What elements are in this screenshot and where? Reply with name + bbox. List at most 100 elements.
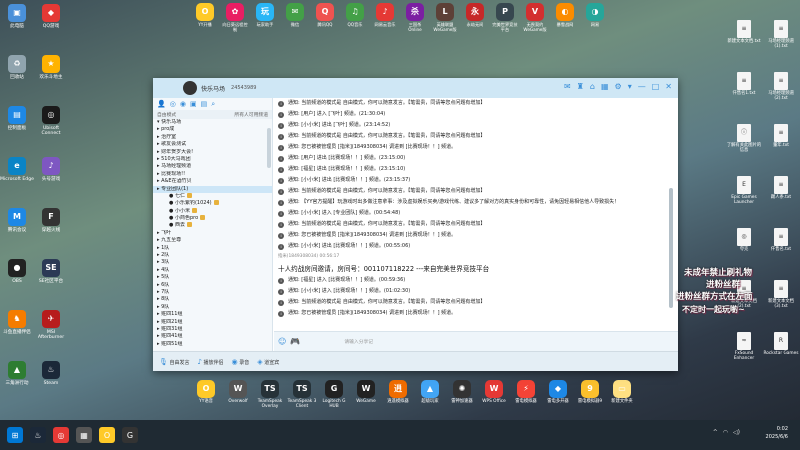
- grid-icon[interactable]: ▦: [601, 82, 609, 91]
- desktop-file[interactable]: E Epic Games Launcher: [726, 176, 762, 205]
- window-titlebar[interactable]: 快乐马场 24543989 ✉ ♜ ⌂ ▦ ⚙ ▾ — □ ✕: [153, 78, 678, 98]
- desktop-shortcut[interactable]: 杀三国杀Online: [402, 0, 428, 38]
- home-icon[interactable]: ⌂: [590, 82, 595, 91]
- channel-item[interactable]: ▸ 赃四41组: [153, 333, 272, 340]
- desktop-shortcut[interactable]: O YY语音: [191, 380, 221, 410]
- desktop-shortcut[interactable]: ◑ 网易: [582, 0, 608, 38]
- status-item[interactable]: ◈ 道宣宾: [257, 358, 279, 366]
- desktop-shortcut[interactable]: ♨ Steam: [34, 361, 68, 386]
- desktop-file[interactable]: ≡ 仟售名.txt: [763, 228, 799, 253]
- channel-item[interactable]: ▸ 1队: [153, 245, 272, 252]
- status-item[interactable]: ◉ 录音: [232, 358, 250, 366]
- desktop-shortcut[interactable]: V 无畏契约 WeGame版: [522, 0, 548, 38]
- channel-item[interactable]: ▾ 快乐马场: [153, 119, 272, 126]
- desktop-shortcut[interactable]: ✈ MSI Afterburner: [34, 310, 68, 340]
- desktop-shortcut[interactable]: SE SE社区平台: [34, 259, 68, 284]
- group-icon[interactable]: ◎: [170, 100, 176, 108]
- desktop-shortcut[interactable]: G Logitech G HUB: [319, 380, 349, 410]
- channel-item[interactable]: ▸ 九五至尊: [153, 237, 272, 244]
- desktop-shortcut[interactable]: ▣ 此电脑: [0, 4, 34, 29]
- desktop-shortcut[interactable]: ▲ 三角洲行动: [0, 361, 34, 386]
- volume-icon[interactable]: ◁): [733, 429, 740, 436]
- channel-item[interactable]: ▸ 比赛现场!!: [153, 171, 272, 178]
- taskbar-app-icon[interactable]: O: [99, 427, 115, 443]
- desktop-shortcut[interactable]: ◎ Ubisoft Connect: [34, 106, 68, 136]
- desktop-file[interactable]: ⓘ 了解有关此图片的信息: [726, 124, 762, 153]
- desktop-shortcut[interactable]: W Overwolf: [223, 380, 253, 410]
- chat-scrollbar[interactable]: [669, 188, 673, 308]
- channel-item[interactable]: ▸ 赃四21组: [153, 319, 272, 326]
- desktop-file[interactable]: ≡ 董年.txt: [763, 124, 799, 149]
- desktop-shortcut[interactable]: P 完美世界竞技平台: [492, 0, 518, 38]
- channel-user[interactable]: ● 七仁: [153, 192, 272, 200]
- desktop-shortcut[interactable]: ▲ 超级玩家: [415, 380, 445, 410]
- desktop-shortcut[interactable]: e Microsoft Edge: [0, 157, 34, 182]
- desktop-shortcut[interactable]: ♪ 网易云音乐: [372, 0, 398, 38]
- channel-item[interactable]: ▸ 7队: [153, 289, 272, 296]
- minimize-icon[interactable]: —: [638, 82, 646, 91]
- maximize-icon[interactable]: □: [652, 82, 660, 91]
- chevron-up-icon[interactable]: ^: [713, 429, 718, 436]
- game-icon[interactable]: ♜: [577, 82, 584, 91]
- desktop-file[interactable]: ≈ FxSound Enhancer: [726, 332, 762, 361]
- channel-item[interactable]: ▸ pro成: [153, 126, 272, 133]
- channel-item[interactable]: ▸ 8队: [153, 296, 272, 303]
- channel-item[interactable]: ▸ 6队: [153, 282, 272, 289]
- desktop-shortcut[interactable]: W WeGame: [351, 380, 381, 410]
- channel-item[interactable]: ▸ 赃四11组: [153, 311, 272, 318]
- desktop-shortcut[interactable]: M 腾讯会议: [0, 208, 34, 233]
- channel-item[interactable]: ▸ 赃四51组: [153, 341, 272, 348]
- sidebar-scrollbar[interactable]: [267, 128, 271, 168]
- user-icon[interactable]: 👤: [157, 100, 166, 108]
- desktop-shortcut[interactable]: W WPS Office: [479, 380, 509, 410]
- desktop-shortcut[interactable]: ✉ 微信: [282, 0, 308, 38]
- status-item[interactable]: ♪ 播放伴侣: [197, 358, 223, 366]
- desktop-shortcut[interactable]: 玩玩家助手: [252, 0, 278, 38]
- desktop-shortcut[interactable]: ◆ QQ游戏: [34, 4, 68, 29]
- taskbar-app-icon[interactable]: ▦: [76, 427, 92, 443]
- channel-item[interactable]: ▸ 治疗室: [153, 134, 272, 141]
- desktop-shortcut[interactable]: ⚡ 雷电模拟器: [511, 380, 541, 410]
- desktop-shortcut[interactable]: 9 雷电模拟器9: [575, 380, 605, 410]
- channel-user[interactable]: ● 小商色pro: [153, 215, 272, 222]
- desktop-shortcut[interactable]: ♻ 回收站: [0, 55, 34, 80]
- desktop-file[interactable]: ≡ 马场经理频道(1).txt: [763, 20, 799, 49]
- channel-item[interactable]: ▸ 飞叶: [153, 230, 272, 237]
- taskbar-app-icon[interactable]: ◎: [53, 427, 69, 443]
- channel-item[interactable]: ▸ 9队: [153, 304, 272, 311]
- taskbar-app-icon[interactable]: G: [122, 427, 138, 443]
- desktop-file[interactable]: ≡ 新建文本文档.txt: [726, 20, 762, 45]
- desktop-shortcut[interactable]: ▤ 控制面板: [0, 106, 34, 131]
- settings-icon[interactable]: ⚙: [615, 82, 622, 91]
- desktop-shortcut[interactable]: ♫ QQ音乐: [342, 0, 368, 38]
- dropdown-icon[interactable]: ▾: [628, 82, 632, 91]
- desktop-file[interactable]: ◎ 夸克: [726, 228, 762, 253]
- desktop-shortcut[interactable]: 永永劫无间: [462, 0, 488, 38]
- channel-user[interactable]: ● 西去: [153, 222, 272, 229]
- channel-item[interactable]: ▸ 5队: [153, 274, 272, 281]
- start-icon[interactable]: ⊞: [7, 427, 23, 443]
- channel-user[interactable]: ● 小乐紫钓(1024): [153, 200, 272, 207]
- channel-user[interactable]: ● 小小米: [153, 207, 272, 215]
- channel-avatar[interactable]: [183, 81, 197, 95]
- panel-icon[interactable]: ▣: [190, 100, 197, 108]
- desktop-file[interactable]: ≡ 踢人条.txt: [763, 176, 799, 201]
- desktop-shortcut[interactable]: O YY开播: [192, 0, 218, 38]
- status-item[interactable]: 🎙 自由发言: [159, 358, 189, 366]
- channel-item[interactable]: ▸ 专业团队(1): [153, 185, 272, 193]
- desktop-shortcut[interactable]: ◆ 雷电多开器: [543, 380, 573, 410]
- record-icon[interactable]: ◉: [180, 100, 186, 108]
- desktop-file[interactable]: ≡ 仟售名1.txt: [726, 72, 762, 97]
- gamepad-icon[interactable]: 🎮: [290, 337, 300, 346]
- desktop-shortcut[interactable]: ♞ 斗鱼直播伴侣: [0, 310, 34, 335]
- desktop-shortcut[interactable]: ▭ 新建文件夹: [607, 380, 637, 410]
- wifi-icon[interactable]: ◠: [723, 429, 728, 436]
- channel-item[interactable]: ▸ 马场经理频道: [153, 163, 272, 170]
- channel-item[interactable]: ▸ 510大马戏团: [153, 156, 272, 163]
- desktop-shortcut[interactable]: ● OBS: [0, 259, 34, 284]
- taskbar-app-icon[interactable]: ♨: [30, 427, 46, 443]
- channel-item[interactable]: ▸ 3队: [153, 259, 272, 266]
- desktop-shortcut[interactable]: ✿ 向日葵远程控制: [222, 0, 248, 38]
- taskbar-clock[interactable]: 0:02 2025/6/6: [766, 426, 788, 441]
- desktop-shortcut[interactable]: ✺ 雷神加速器: [447, 380, 477, 410]
